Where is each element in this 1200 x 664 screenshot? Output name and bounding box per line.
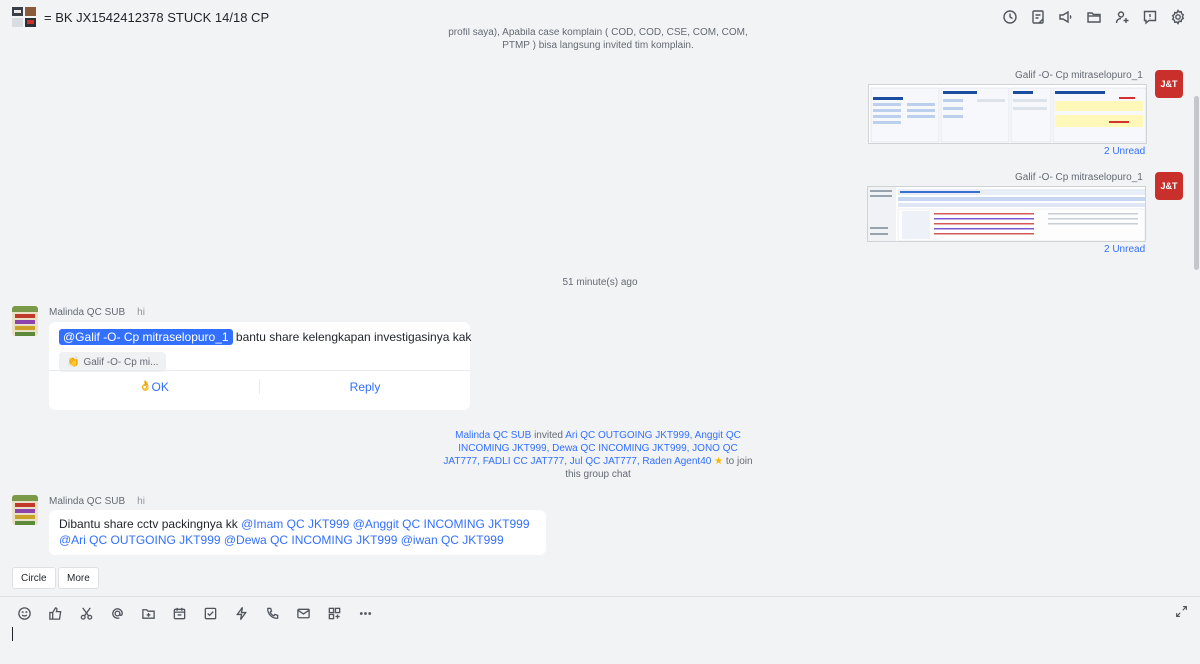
reaction-chip[interactable]: 👏 Galif -O- Cp mi...	[59, 352, 167, 372]
composer-toolbar	[14, 604, 376, 622]
emoji-icon[interactable]	[14, 604, 35, 622]
scissors-icon[interactable]	[76, 604, 97, 622]
group-avatar[interactable]	[12, 7, 36, 27]
time-divider: 51 minute(s) ago	[562, 277, 638, 288]
ok-hand-icon: 👌	[139, 381, 152, 392]
avatar[interactable]: J&T	[1155, 70, 1183, 98]
message-sender: Galif -O- Cp mitraselopuro_1	[1015, 70, 1143, 81]
thumbs-up-icon[interactable]	[45, 604, 66, 622]
announcement-icon[interactable]	[1056, 7, 1076, 27]
text-caret	[12, 627, 13, 641]
message-sender: Galif -O- Cp mitraselopuro_1	[1015, 172, 1143, 183]
lightning-icon[interactable]	[231, 604, 252, 622]
apps-icon[interactable]	[324, 604, 345, 622]
message-text: Dibantu share cctv packingnya kk @Imam Q…	[59, 516, 539, 548]
notes-icon[interactable]	[1028, 7, 1048, 27]
topic-icon[interactable]	[1140, 7, 1160, 27]
message-scrollbar[interactable]	[1194, 96, 1199, 270]
inviter-link[interactable]: Malinda QC SUB	[455, 430, 531, 441]
sender-extra: hi	[137, 307, 145, 318]
mention-chip[interactable]: @Galif -O- Cp mitraselopuro_1	[59, 329, 233, 345]
message-sender: Malinda QC SUB hi	[49, 496, 145, 507]
image-attachment[interactable]	[868, 84, 1147, 144]
message-bubble[interactable]: @Galif -O- Cp mitraselopuro_1 bantu shar…	[49, 322, 471, 410]
sender-name: Malinda QC SUB	[49, 496, 126, 507]
message-actions: 👌 OK Reply	[49, 370, 470, 402]
reaction-user: Galif -O- Cp mi...	[83, 356, 159, 368]
header-toolbar	[1000, 7, 1188, 27]
expand-icon[interactable]	[1175, 605, 1188, 621]
message-sender: Malinda QC SUB hi	[49, 307, 145, 318]
mail-icon[interactable]	[293, 604, 314, 622]
chat-title: = BK JX1542412378 STUCK 14/18 CP	[44, 10, 270, 25]
add-member-icon[interactable]	[1112, 7, 1132, 27]
new-folder-icon[interactable]	[138, 604, 159, 622]
read-status[interactable]: 2 Unread	[1104, 146, 1145, 157]
at-icon[interactable]	[107, 604, 128, 622]
avatar[interactable]	[12, 306, 38, 336]
circle-button[interactable]: Circle	[12, 567, 56, 589]
ok-button[interactable]: 👌 OK	[49, 371, 259, 402]
more-button[interactable]: More	[58, 567, 99, 589]
more-icon[interactable]	[355, 604, 376, 622]
calendar-icon[interactable]	[169, 604, 190, 622]
ok-label: OK	[151, 379, 169, 394]
history-icon[interactable]	[1000, 7, 1020, 27]
avatar[interactable]: J&T	[1155, 172, 1183, 200]
task-icon[interactable]	[200, 604, 221, 622]
message-text: @Galif -O- Cp mitraselopuro_1 bantu shar…	[59, 329, 471, 345]
call-icon[interactable]	[262, 604, 283, 622]
read-status[interactable]: 2 Unread	[1104, 244, 1145, 255]
star-icon: ★	[714, 456, 724, 467]
invite-verb: invited	[531, 430, 566, 441]
avatar[interactable]	[12, 495, 38, 525]
message-body: bantu share kelengkapan investigasinya k…	[232, 330, 472, 344]
message-composer	[0, 596, 1200, 664]
system-notice: profil saya), Apabila case komplain ( CO…	[448, 28, 748, 51]
message-bubble[interactable]: Dibantu share cctv packingnya kk @Imam Q…	[49, 510, 546, 555]
reply-button[interactable]: Reply	[260, 371, 470, 402]
image-attachment[interactable]	[867, 186, 1146, 242]
invite-notice: Malinda QC SUB invited Ari QC OUTGOING J…	[440, 429, 756, 481]
sender-extra: hi	[137, 496, 145, 507]
message-input[interactable]	[10, 625, 1180, 659]
settings-icon[interactable]	[1168, 7, 1188, 27]
message-body: Dibantu share cctv packingnya kk	[59, 517, 242, 531]
clap-icon: 👏	[67, 356, 80, 368]
sender-name: Malinda QC SUB	[49, 307, 126, 318]
folder-icon[interactable]	[1084, 7, 1104, 27]
